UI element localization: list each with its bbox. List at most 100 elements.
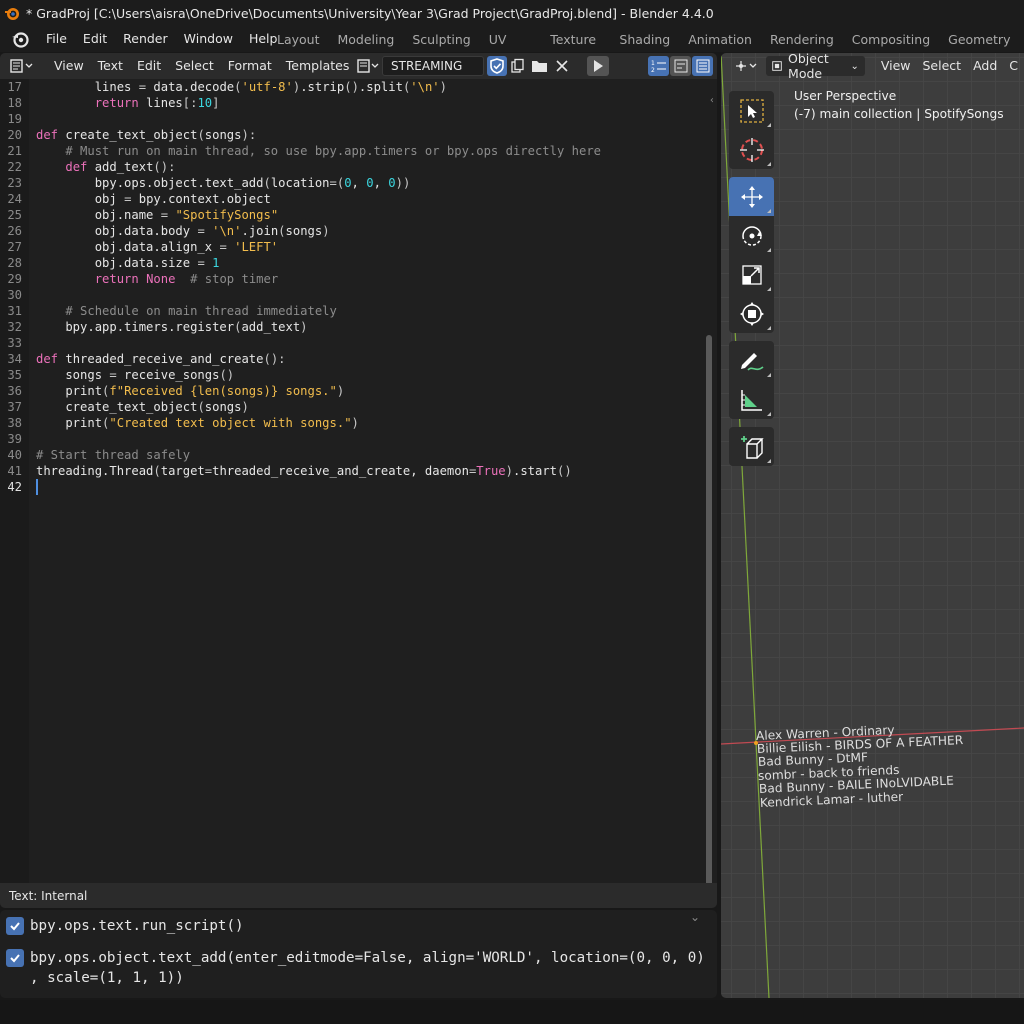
menu-edit[interactable]: Edit	[75, 28, 115, 50]
editor-menu-text[interactable]: Text	[91, 53, 130, 79]
line-number: 32	[7, 320, 22, 334]
select-box-tool[interactable]	[729, 91, 774, 130]
text-browse-icon[interactable]	[356, 56, 382, 76]
transform-pivot-selector[interactable]	[729, 56, 763, 76]
text-name-field[interactable]: STREAMING	[382, 56, 484, 76]
main-menubar: File Edit Render Window Help Layout Mode…	[0, 26, 1024, 74]
code-line: # Must run on main thread, so use bpy.ap…	[65, 144, 601, 158]
code-line: bpy.ops.object.text_add(location=(0, 0, …	[36, 176, 411, 190]
line-number: 31	[7, 304, 22, 318]
code-line: bpy.app.timers.register(add_text)	[36, 320, 308, 334]
menu-render[interactable]: Render	[115, 28, 176, 50]
editor-menu-view[interactable]: View	[47, 53, 91, 79]
tab-compositing[interactable]: Compositing	[843, 26, 939, 52]
annotate-tool[interactable]	[729, 341, 774, 380]
rotate-tool[interactable]	[729, 216, 774, 255]
line-numbers-toggle[interactable]: 12	[648, 56, 669, 76]
check-icon	[6, 917, 24, 935]
syntax-highlight-toggle[interactable]	[692, 56, 713, 76]
3d-viewport[interactable]: Object Mode ⌄ View Select Add C User Per…	[721, 53, 1024, 998]
word-wrap-toggle[interactable]	[670, 56, 691, 76]
scale-icon	[741, 264, 762, 285]
cursor-3d-icon	[739, 137, 764, 162]
info-log-panel: ⌄ bpy.ops.text.run_script() bpy.ops.obje…	[0, 910, 717, 998]
editor-menu-templates[interactable]: Templates	[279, 53, 357, 79]
tab-texture-paint[interactable]: Texture Paint	[541, 26, 610, 74]
viewport-menu-add[interactable]: Add	[967, 53, 1003, 79]
code-line: # Start thread safely	[36, 448, 191, 462]
status-bar	[0, 1000, 1024, 1024]
line-number: 41	[7, 464, 22, 478]
run-script-button[interactable]	[587, 56, 609, 76]
tool-shelf	[729, 91, 774, 474]
tab-uv-editing[interactable]: UV Editing	[480, 26, 542, 74]
play-icon	[594, 60, 603, 72]
line-number: 27	[7, 240, 22, 254]
unlink-close-icon[interactable]	[551, 56, 573, 76]
perspective-label: User Perspective	[794, 89, 897, 103]
code-area[interactable]: 17 lines = data.decode('utf-8').strip().…	[0, 79, 715, 908]
fake-user-shield-icon[interactable]	[487, 56, 507, 76]
line-number: 19	[7, 112, 22, 126]
line-number: 38	[7, 416, 22, 430]
text-datablock-selector: STREAMING	[356, 56, 609, 76]
code-line: print("Created text object with songs.")	[36, 416, 359, 430]
line-number: 20	[7, 128, 22, 142]
workspace-tabs: Layout Modeling Sculpting UV Editing Tex…	[268, 26, 1024, 74]
code-line: def threaded_receive_and_create():	[36, 352, 286, 366]
svg-text:2: 2	[651, 67, 655, 73]
chevron-down-icon[interactable]: ⌄	[690, 910, 700, 924]
window-titlebar: * GradProj [C:\Users\aisra\OneDrive\Docu…	[0, 0, 1024, 26]
line-number: 17	[7, 80, 22, 94]
object-mode-icon	[772, 61, 782, 71]
move-tool[interactable]	[729, 177, 774, 216]
new-text-icon[interactable]	[507, 56, 529, 76]
cursor-tool[interactable]	[729, 130, 774, 169]
viewport-menu-select[interactable]: Select	[917, 53, 968, 79]
move-icon	[740, 185, 763, 208]
tab-geometry-nodes[interactable]: Geometry Nodes	[939, 26, 1024, 74]
code-line: def create_text_object(songs):	[36, 128, 257, 142]
measure-tool[interactable]	[729, 380, 774, 419]
log-entry[interactable]: bpy.ops.object.text_add(enter_editmode=F…	[6, 948, 705, 988]
line-number: 26	[7, 224, 22, 238]
chevron-left-icon[interactable]: ‹	[709, 95, 715, 106]
editor-menu-edit[interactable]: Edit	[130, 53, 168, 79]
log-entry-text: bpy.ops.object.text_add(enter_editmode=F…	[30, 950, 705, 986]
tab-shading[interactable]: Shading	[610, 26, 679, 52]
menu-file[interactable]: File	[38, 28, 75, 50]
scale-tool[interactable]	[729, 255, 774, 294]
tab-layout[interactable]: Layout	[268, 26, 329, 52]
code-line: obj.name = "SpotifySongs"	[36, 208, 279, 222]
transform-tool[interactable]	[729, 294, 774, 333]
tab-rendering[interactable]: Rendering	[761, 26, 843, 52]
viewport-menu-view[interactable]: View	[875, 53, 917, 79]
tab-animation[interactable]: Animation	[679, 26, 761, 52]
line-number: 21	[7, 144, 22, 158]
line-number: 34	[7, 352, 22, 366]
tab-sculpting[interactable]: Sculpting	[403, 26, 479, 52]
text-cursor	[36, 479, 38, 495]
code-line: create_text_object(songs)	[36, 400, 249, 414]
collection-info: (-7) main collection | SpotifySongs	[794, 107, 1004, 121]
add-cube-tool[interactable]	[729, 427, 774, 466]
code-line: obj.data.body = '\n'.join(songs)	[36, 224, 330, 238]
log-entry[interactable]: bpy.ops.text.run_script()	[6, 916, 244, 936]
editor-menu-format[interactable]: Format	[221, 53, 279, 79]
open-folder-icon[interactable]	[529, 56, 551, 76]
text-editor-icon	[10, 59, 33, 73]
viewport-menu-truncated[interactable]: C	[1003, 53, 1024, 79]
editor-type-selector[interactable]	[6, 56, 38, 76]
line-number: 39	[7, 432, 22, 446]
mode-selector[interactable]: Object Mode ⌄	[766, 53, 865, 81]
line-number: 40	[7, 448, 22, 462]
blender-menu-icon[interactable]	[10, 29, 30, 49]
tab-modeling[interactable]: Modeling	[329, 26, 404, 52]
menu-window[interactable]: Window	[176, 28, 241, 50]
code-line: obj.data.size = 1	[36, 256, 220, 270]
log-entry-text: bpy.ops.text.run_script()	[30, 918, 244, 934]
code-scrollbar[interactable]	[706, 335, 712, 908]
editor-menu-select[interactable]: Select	[168, 53, 221, 79]
text-editor-footer: Text: Internal	[0, 883, 717, 908]
viewport-header: Object Mode ⌄ View Select Add C	[721, 53, 1024, 81]
